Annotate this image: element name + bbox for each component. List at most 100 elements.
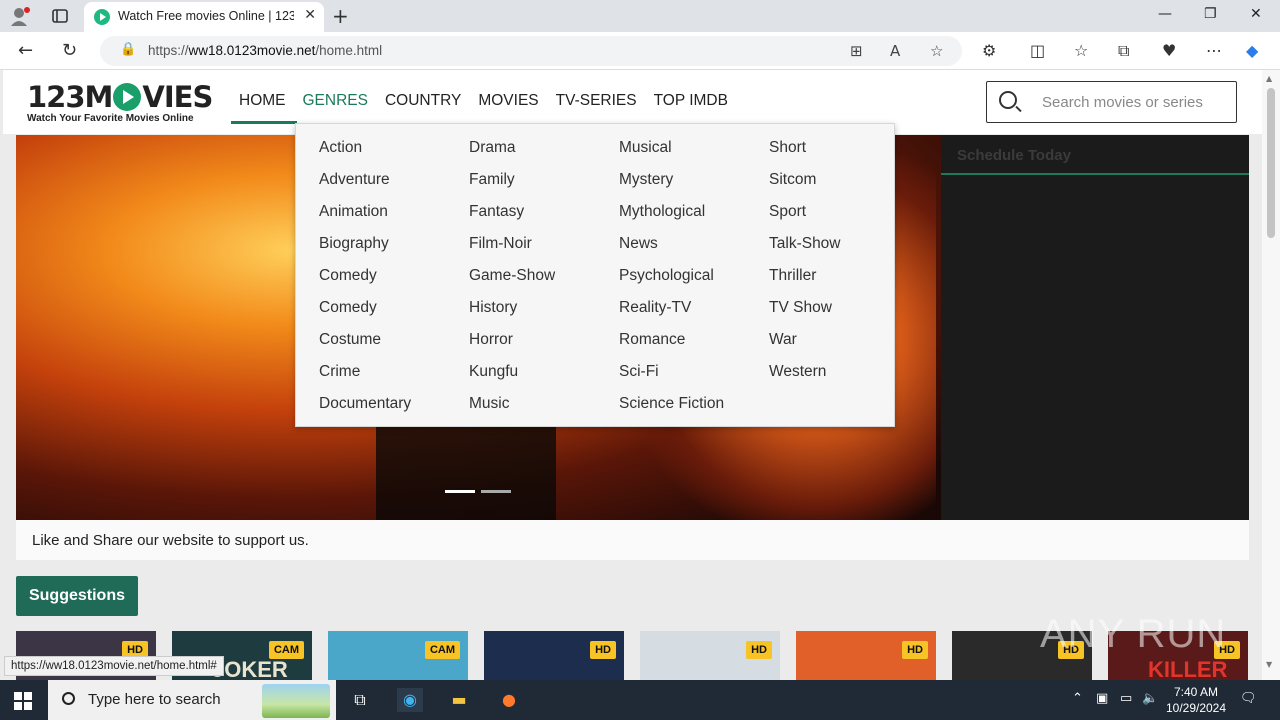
genre-link[interactable]: Fantasy	[469, 201, 619, 233]
edge-taskbar-icon[interactable]: ◉	[397, 688, 423, 712]
genre-link[interactable]: Documentary	[319, 393, 469, 425]
nav-country[interactable]: COUNTRY	[385, 92, 461, 110]
windows-start-icon[interactable]	[14, 692, 32, 710]
genre-link[interactable]: Film-Noir	[469, 233, 619, 265]
taskbar-search-input[interactable]: Type here to search	[88, 691, 221, 708]
browser-essentials-icon[interactable]: ♥	[1162, 41, 1176, 60]
genre-link[interactable]: Action	[319, 137, 469, 169]
slider-dot[interactable]	[481, 490, 511, 493]
genre-link[interactable]: Short	[769, 137, 919, 169]
split-screen-icon[interactable]: ◫	[1030, 41, 1045, 60]
genre-link[interactable]: Sitcom	[769, 169, 919, 201]
taskbar-search[interactable]: Type here to search	[48, 680, 336, 720]
genre-link[interactable]: Sport	[769, 201, 919, 233]
genre-link[interactable]: Comedy	[319, 297, 469, 329]
genre-link[interactable]: Romance	[619, 329, 769, 361]
back-icon[interactable]: ←	[18, 40, 33, 61]
genre-link[interactable]: War	[769, 329, 919, 361]
minimize-icon[interactable]: —	[1158, 6, 1172, 22]
genre-link[interactable]: Mystery	[619, 169, 769, 201]
genre-link[interactable]: Drama	[469, 137, 619, 169]
genre-column: Short Sitcom Sport Talk-Show Thriller TV Show…	[769, 137, 919, 393]
genre-link[interactable]: Psychological	[619, 265, 769, 297]
genre-link[interactable]: Thriller	[769, 265, 919, 297]
nav-top-imdb[interactable]: TOP IMDB	[654, 92, 728, 110]
nav-tv-series[interactable]: TV-SERIES	[556, 92, 637, 110]
genre-link[interactable]: TV Show	[769, 297, 919, 329]
genre-column: Drama Family Fantasy Film-Noir Game-Show Hist…	[469, 137, 619, 425]
favorite-star-icon[interactable]: ☆	[930, 42, 943, 60]
movie-card[interactable]: HD	[484, 631, 624, 680]
new-tab-icon[interactable]: +	[332, 4, 349, 28]
network-icon[interactable]: ▭	[1120, 691, 1132, 706]
restore-icon[interactable]: ❐	[1204, 6, 1217, 22]
genre-link[interactable]: Mythological	[619, 201, 769, 233]
search-box[interactable]: Search movies or series	[986, 81, 1237, 123]
collections-icon[interactable]: ⧉	[1118, 41, 1129, 61]
site-logo[interactable]: 123M VIES Watch Your Favorite Movies Onli…	[27, 82, 213, 124]
genre-link[interactable]: Musical	[619, 137, 769, 169]
tray-device-icon[interactable]: ▣	[1096, 691, 1108, 706]
lock-icon[interactable]: 🔒	[120, 42, 136, 57]
browser-tab-strip: Watch Free movies Online | 123movies ✕ +…	[0, 0, 1280, 32]
tab-title: Watch Free movies Online | 123movies	[118, 9, 294, 23]
genre-link[interactable]: Costume	[319, 329, 469, 361]
slider-dot-active[interactable]	[445, 490, 475, 493]
schedule-title: Schedule Today	[957, 147, 1071, 164]
genre-link[interactable]: History	[469, 297, 619, 329]
more-menu-icon[interactable]: ⋯	[1206, 41, 1222, 60]
genre-link[interactable]: Animation	[319, 201, 469, 233]
nav-home[interactable]: HOME	[239, 92, 286, 110]
firefox-icon[interactable]: ●	[496, 688, 522, 712]
tab-actions-icon[interactable]	[50, 6, 70, 26]
genre-link[interactable]: Kungfu	[469, 361, 619, 393]
movie-card[interactable]: CAM	[328, 631, 468, 680]
movie-card[interactable]: HD	[796, 631, 936, 680]
nav-genres[interactable]: GENRES	[303, 92, 368, 110]
tray-chevron-icon[interactable]: ⌃	[1072, 691, 1083, 706]
taskbar-clock[interactable]: 7:40 AM 10/29/2024	[1164, 684, 1228, 716]
favorites-icon[interactable]: ☆	[1074, 41, 1088, 60]
copilot-icon[interactable]: ◆	[1246, 41, 1258, 60]
genre-link[interactable]: Western	[769, 361, 919, 393]
suggestions-button[interactable]: Suggestions	[16, 576, 138, 616]
search-highlight-image[interactable]	[262, 684, 330, 718]
read-aloud-icon[interactable]: A	[890, 42, 900, 60]
browser-tab[interactable]: Watch Free movies Online | 123movies ✕	[84, 2, 324, 32]
genre-link[interactable]: Adventure	[319, 169, 469, 201]
close-tab-icon[interactable]: ✕	[304, 7, 316, 23]
task-view-icon[interactable]: ⧉	[347, 688, 373, 712]
genre-link[interactable]: Comedy	[319, 265, 469, 297]
genre-link[interactable]: Science Fiction	[619, 393, 769, 425]
genre-column: Action Adventure Animation Biography Comedy C…	[319, 137, 469, 425]
genre-link[interactable]: Family	[469, 169, 619, 201]
profile-icon[interactable]	[10, 6, 32, 26]
refresh-icon[interactable]: ↻	[62, 40, 77, 61]
scroll-up-icon[interactable]: ▲	[1266, 74, 1272, 83]
scroll-down-icon[interactable]: ▼	[1266, 660, 1272, 669]
genre-link[interactable]: Reality-TV	[619, 297, 769, 329]
volume-icon[interactable]: 🔈	[1142, 691, 1158, 706]
genre-link[interactable]: Crime	[319, 361, 469, 393]
search-input[interactable]: Search movies or series	[1042, 94, 1203, 111]
file-explorer-icon[interactable]: ▬	[446, 688, 472, 712]
site-favicon-icon	[94, 9, 110, 25]
search-icon[interactable]	[999, 91, 1017, 109]
nav-movies[interactable]: MOVIES	[478, 92, 538, 110]
app-available-icon[interactable]: ⊞	[850, 42, 863, 60]
genre-link[interactable]: Sci-Fi	[619, 361, 769, 393]
genre-link[interactable]: Horror	[469, 329, 619, 361]
genre-link[interactable]: Game-Show	[469, 265, 619, 297]
genre-link[interactable]: News	[619, 233, 769, 265]
genre-link[interactable]: Talk-Show	[769, 233, 919, 265]
address-bar[interactable]: 🔒 https://ww18.0123movie.net/home.html ⊞…	[100, 36, 962, 66]
notifications-icon[interactable]: 🗨	[1240, 691, 1257, 706]
genre-link[interactable]: Music	[469, 393, 619, 425]
page-scrollbar[interactable]: ▲ ▼	[1262, 70, 1280, 680]
genre-column: Musical Mystery Mythological News Psychologi…	[619, 137, 769, 425]
extensions-icon[interactable]: ⚙	[982, 41, 996, 60]
genre-link[interactable]: Biography	[319, 233, 469, 265]
close-window-icon[interactable]: ✕	[1250, 6, 1262, 22]
scrollbar-thumb[interactable]	[1267, 88, 1275, 238]
movie-card[interactable]: HD	[640, 631, 780, 680]
